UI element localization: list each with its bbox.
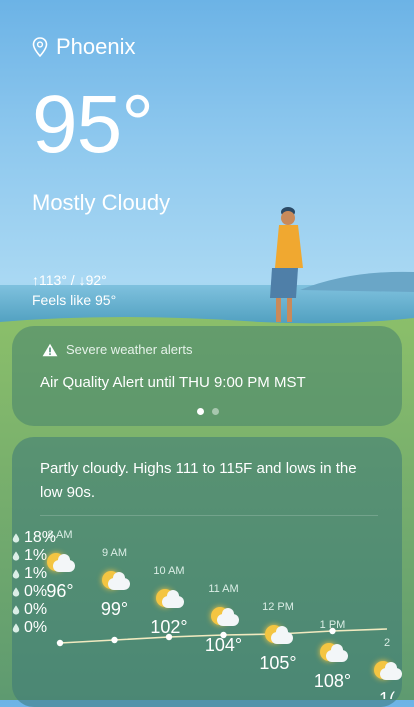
droplet-icon	[12, 569, 20, 579]
location-name: Phoenix	[56, 34, 136, 59]
page-dot-1[interactable]	[197, 408, 204, 415]
droplet-icon	[12, 533, 20, 543]
hour-column: 10 AM 102°	[141, 565, 197, 638]
partly-cloudy-icon	[154, 587, 184, 611]
current-temperature: 95°	[32, 79, 154, 170]
hour-time: 12 PM	[262, 601, 294, 613]
hour-time: 8 AM	[47, 529, 73, 541]
hour-temperature: 102°	[150, 617, 188, 637]
hour-temperature: 96°	[46, 581, 74, 601]
hour-temperature: 108°	[313, 671, 352, 691]
alert-card[interactable]: Severe weather alerts Air Quality Alert …	[12, 326, 402, 426]
hour-time: 9 AM	[101, 547, 128, 559]
alert-header: Severe weather alerts	[66, 342, 193, 357]
divider	[40, 515, 378, 516]
hour-time: 1 PM	[319, 619, 346, 631]
hour-column: 12 PM 105°	[250, 601, 306, 674]
temperature-point	[56, 639, 64, 647]
page-dot-2[interactable]	[212, 408, 219, 415]
hour-column: 1 PM 108°	[305, 619, 361, 692]
page-indicator[interactable]	[197, 408, 219, 415]
partly-cloudy-icon	[263, 623, 293, 647]
hour-column: 9 AM 99°	[87, 547, 143, 620]
partly-cloudy-icon	[100, 569, 130, 593]
hour-temperature: 104°	[204, 635, 243, 655]
hour-time: 11 AM	[208, 583, 239, 595]
alert-text: Air Quality Alert until THU 9:00 PM MST	[40, 374, 306, 391]
hour-time: 10 AM	[153, 565, 185, 577]
hour-temperature: 1(	[378, 689, 395, 699]
partly-cloudy-icon	[45, 551, 75, 575]
droplet-icon	[12, 551, 20, 561]
hour-column: 11 AM 104°	[196, 583, 252, 656]
hour-time: 2	[383, 637, 391, 649]
partly-cloudy-icon	[318, 641, 348, 665]
hour-temperature: 105°	[259, 653, 297, 673]
hour-column: 8 AM 96°	[32, 529, 88, 602]
partly-cloudy-icon	[372, 659, 402, 683]
location-label[interactable]: Phoenix	[32, 34, 392, 60]
feels-like: Feels like 95°	[32, 292, 117, 308]
hour-temperature: 99°	[100, 599, 129, 619]
temperature-point	[111, 636, 118, 644]
current-condition: Mostly Cloudy	[32, 190, 171, 215]
hour-column: 2 1(	[359, 637, 402, 699]
hourly-forecast[interactable]: 8 AM 96° 18% 9 AM 99° 1% 10 AM 102° 1% 11 AM 104° 0…	[12, 529, 402, 699]
warning-icon	[42, 343, 58, 356]
partly-cloudy-icon	[209, 605, 239, 629]
forecast-summary: Partly cloudy. Highs 111 to 115F and low…	[40, 460, 357, 501]
forecast-card[interactable]: Partly cloudy. Highs 111 to 115F and low…	[12, 437, 402, 707]
high-low-temperature: ↑113° / ↓92°	[32, 272, 107, 288]
droplet-icon	[12, 587, 20, 597]
location-pin-icon	[32, 37, 48, 57]
